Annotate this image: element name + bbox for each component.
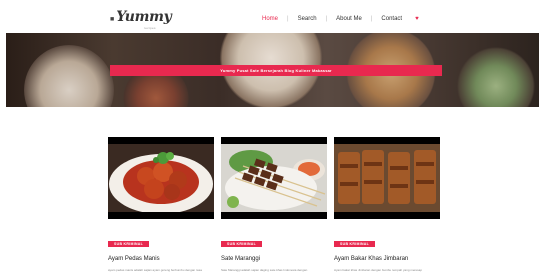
hero-plate-image <box>24 45 114 107</box>
heart-icon[interactable]: ♥ <box>415 16 419 22</box>
hero-banner-section: Yummy Pusat Sate Bersejarah Blog Kuliner… <box>6 33 539 107</box>
grilled-chicken-image <box>334 144 440 212</box>
recipe-excerpt: Sate Maranggi adalah sajian daging sate … <box>221 268 308 272</box>
recipe-photo[interactable] <box>334 137 440 219</box>
site-header: ■ Yummy recipes Home | Search | About Me… <box>0 0 539 33</box>
logo-mark: ■ <box>110 15 115 23</box>
recipe-card[interactable]: SUB KRIMINAL Ayam Pedas Manis ayam pedas… <box>108 137 214 272</box>
logo-subtitle: recipes <box>144 26 156 30</box>
recipe-title[interactable]: Ayam Pedas Manis <box>108 256 214 262</box>
hero-plate-image <box>446 41 539 107</box>
nav-separator: | <box>370 16 373 22</box>
site-logo[interactable]: ■ Yummy recipes <box>110 9 172 30</box>
recipe-title[interactable]: Ayam Bakar Khas Jimbaran <box>334 256 440 262</box>
logo-text: Yummy <box>116 9 172 25</box>
recipe-card[interactable]: SUB KRIMINAL Sate Maranggi Sate Maranggi… <box>221 137 327 272</box>
chicken-dish-image <box>108 144 214 212</box>
recipe-excerpt: Ayam bakar khas Jimbaran dengan bumbu re… <box>334 268 422 272</box>
nav-home[interactable]: Home <box>262 16 278 22</box>
nav-separator: | <box>325 16 328 22</box>
nav-contact[interactable]: Contact <box>381 16 402 22</box>
nav-search[interactable]: Search <box>298 16 317 22</box>
recipe-excerpt: ayam pedas manis adalah sajian ayam gore… <box>108 268 202 272</box>
hero-title-bar: Yummy Pusat Sate Bersejarah Blog Kuliner… <box>110 65 442 76</box>
category-badge[interactable]: SUB KRIMINAL <box>334 241 376 247</box>
nav-about[interactable]: About Me <box>336 16 362 22</box>
recipe-card[interactable]: SUB KRIMINAL Ayam Bakar Khas Jimbaran Ay… <box>334 137 440 272</box>
satay-dish-image <box>221 144 327 212</box>
category-badge[interactable]: SUB KRIMINAL <box>108 241 150 247</box>
main-nav: Home | Search | About Me | Contact ♥ <box>262 16 419 22</box>
recipe-photo[interactable] <box>108 137 214 219</box>
recipe-photo[interactable] <box>221 137 327 219</box>
recipe-title[interactable]: Sate Maranggi <box>221 256 327 262</box>
nav-separator: | <box>287 16 289 22</box>
category-badge[interactable]: SUB KRIMINAL <box>221 241 263 247</box>
